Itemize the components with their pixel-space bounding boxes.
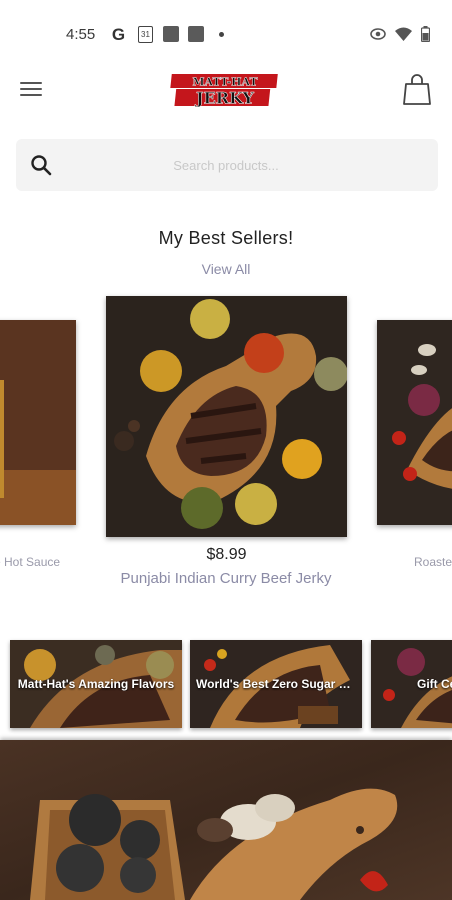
category-tile-amazing-flavors[interactable]: Matt-Hat's Amazing Flavors <box>10 640 182 728</box>
hamburger-menu-icon[interactable] <box>20 78 46 100</box>
logo-text-line1: MATT-HAT <box>192 76 258 89</box>
product-name[interactable]: Punjabi Indian Curry Beef Jerky <box>80 570 372 587</box>
battery-icon <box>421 26 430 42</box>
eye-icon <box>370 28 386 40</box>
logo-text-line2: JERKY <box>194 89 255 108</box>
view-all-link[interactable]: View All <box>0 261 452 277</box>
brand-logo[interactable]: MATT-HAT JERKY <box>170 72 280 108</box>
category-label: Gift Ce <box>417 677 452 691</box>
category-tile-zero-sugar[interactable]: World's Best Zero Sugar Ket... <box>190 640 362 728</box>
dot-icon <box>219 32 224 37</box>
status-bar: 4:55 G 31 <box>0 0 452 64</box>
search-icon[interactable] <box>30 154 52 176</box>
search-bar <box>16 139 438 191</box>
status-icons-right <box>370 26 430 42</box>
product-name-left[interactable]: e Hot Sauce <box>0 555 60 569</box>
product-image-featured[interactable] <box>106 296 347 537</box>
search-input[interactable] <box>76 149 376 181</box>
product-image-roasted[interactable] <box>377 320 452 525</box>
product-name-right[interactable]: Roaste <box>414 555 452 569</box>
app-icon <box>163 26 179 42</box>
app-icon <box>188 26 204 42</box>
status-time: 4:55 <box>66 26 96 43</box>
app-header: MATT-HAT JERKY <box>0 64 452 120</box>
best-sellers-title: My Best Sellers! <box>158 228 294 248</box>
logo-image: MATT-HAT JERKY <box>170 74 278 108</box>
category-label: Matt-Hat's Amazing Flavors <box>17 677 175 691</box>
product-price: $8.99 <box>206 546 247 563</box>
calendar-icon: 31 <box>138 26 153 43</box>
shopping-bag-icon[interactable] <box>402 72 432 106</box>
google-icon: G <box>111 24 126 44</box>
wifi-icon <box>395 27 412 41</box>
hero-banner-image[interactable] <box>0 740 452 900</box>
product-image-hot-sauce[interactable] <box>0 320 76 525</box>
category-tile-gift-cards[interactable]: Gift Ce <box>371 640 452 728</box>
category-label: World's Best Zero Sugar Ket... <box>196 677 362 691</box>
